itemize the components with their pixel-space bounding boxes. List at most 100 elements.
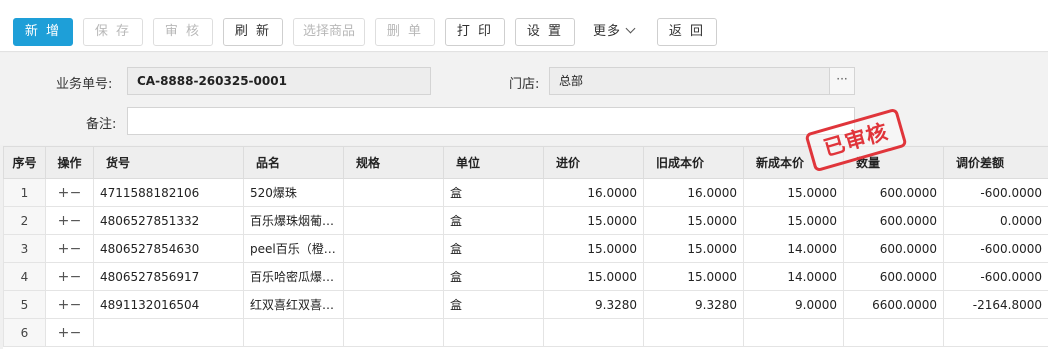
- cell-old-cost[interactable]: 15.0000: [643, 234, 744, 263]
- col-price[interactable]: 进价: [543, 146, 644, 179]
- col-unit[interactable]: 单位: [443, 146, 544, 179]
- cell-seq: 4: [3, 262, 46, 291]
- cell-price[interactable]: 15.0000: [543, 206, 644, 235]
- cell-old-cost[interactable]: [643, 318, 744, 347]
- refresh-button[interactable]: 刷 新: [223, 18, 283, 46]
- cell-price[interactable]: 16.0000: [543, 178, 644, 207]
- cell-spec[interactable]: [343, 234, 444, 263]
- cell-qty[interactable]: 600.0000: [843, 262, 944, 291]
- cell-code[interactable]: 4806527851332: [93, 206, 244, 235]
- add-row-button[interactable]: +: [58, 185, 70, 201]
- col-name[interactable]: 品名: [243, 146, 344, 179]
- cell-old-cost[interactable]: 9.3280: [643, 290, 744, 319]
- remark-field[interactable]: [127, 107, 855, 135]
- cell-ops: +−: [45, 262, 94, 291]
- cell-name[interactable]: 百乐哈密瓜爆…: [243, 262, 344, 291]
- add-row-button[interactable]: +: [58, 325, 70, 341]
- store-picker-button[interactable]: ···: [829, 68, 854, 94]
- cell-new-cost[interactable]: 14.0000: [743, 262, 844, 291]
- cell-new-cost[interactable]: 9.0000: [743, 290, 844, 319]
- add-row-button[interactable]: +: [58, 241, 70, 257]
- table-row[interactable]: 4 +− 4806527856917 百乐哈密瓜爆… 盒 15.0000 15.0000 14…: [3, 262, 1048, 291]
- cell-name[interactable]: 百乐爆珠烟葡…: [243, 206, 344, 235]
- cell-code[interactable]: 4806527856917: [93, 262, 244, 291]
- new-button[interactable]: 新 增: [13, 18, 73, 46]
- remark-label: 备注:: [86, 117, 117, 132]
- col-code[interactable]: 货号: [93, 146, 244, 179]
- table-row[interactable]: 5 +− 4891132016504 红双喜红双喜… 盒 9.3280 9.3280 9.00…: [3, 290, 1048, 319]
- cell-spec[interactable]: [343, 318, 444, 347]
- cell-diff[interactable]: -2164.8000: [943, 290, 1048, 319]
- cell-name[interactable]: 520爆珠: [243, 178, 344, 207]
- cell-name[interactable]: peel百乐（橙…: [243, 234, 344, 263]
- print-button[interactable]: 打 印: [445, 18, 505, 46]
- col-spec[interactable]: 规格: [343, 146, 444, 179]
- remove-row-button[interactable]: −: [70, 241, 82, 257]
- cell-spec[interactable]: [343, 178, 444, 207]
- cell-qty[interactable]: [843, 318, 944, 347]
- cell-price[interactable]: [543, 318, 644, 347]
- cell-spec[interactable]: [343, 262, 444, 291]
- table-row[interactable]: 1 +− 4711588182106 520爆珠盒 16.0000 16.0000 15.0…: [3, 178, 1048, 207]
- cell-qty[interactable]: 600.0000: [843, 206, 944, 235]
- cell-qty[interactable]: 6600.0000: [843, 290, 944, 319]
- col-op[interactable]: 操作: [45, 146, 94, 179]
- table-row[interactable]: 3 +− 4806527854630 peel百乐（橙… 盒 15.0000 15.0000…: [3, 234, 1048, 263]
- cell-unit[interactable]: 盒: [443, 262, 544, 291]
- remove-row-button[interactable]: −: [70, 325, 82, 341]
- save-button[interactable]: 保 存: [83, 18, 143, 46]
- remove-row-button[interactable]: −: [70, 269, 82, 285]
- add-row-button[interactable]: +: [58, 297, 70, 313]
- remove-row-button[interactable]: −: [70, 185, 82, 201]
- cell-new-cost[interactable]: [743, 318, 844, 347]
- table-row[interactable]: 6 +−: [3, 318, 1048, 347]
- cell-diff[interactable]: -600.0000: [943, 178, 1048, 207]
- select-goods-button[interactable]: 选择商品: [293, 18, 365, 46]
- add-row-button[interactable]: +: [58, 213, 70, 229]
- cell-qty[interactable]: 600.0000: [843, 234, 944, 263]
- cell-code[interactable]: 4806527854630: [93, 234, 244, 263]
- cell-price[interactable]: 9.3280: [543, 290, 644, 319]
- cell-diff[interactable]: [943, 318, 1048, 347]
- cell-name[interactable]: [243, 318, 344, 347]
- cell-code[interactable]: [93, 318, 244, 347]
- cell-diff[interactable]: 0.0000: [943, 206, 1048, 235]
- cell-unit[interactable]: [443, 318, 544, 347]
- store-field[interactable]: 总部 ···: [549, 67, 855, 95]
- more-dropdown[interactable]: 更多: [593, 18, 636, 46]
- cell-seq: 6: [3, 318, 46, 347]
- cell-unit[interactable]: 盒: [443, 290, 544, 319]
- cell-qty[interactable]: 600.0000: [843, 178, 944, 207]
- table-row[interactable]: 2 +− 4806527851332 百乐爆珠烟葡… 盒 15.0000 15.0000 15…: [3, 206, 1048, 235]
- col-old-cost[interactable]: 旧成本价: [643, 146, 744, 179]
- cell-new-cost[interactable]: 14.0000: [743, 234, 844, 263]
- remove-row-button[interactable]: −: [70, 213, 82, 229]
- cell-old-cost[interactable]: 15.0000: [643, 206, 744, 235]
- col-diff[interactable]: 调价差额: [943, 146, 1048, 179]
- cell-spec[interactable]: [343, 206, 444, 235]
- order-no-field[interactable]: CA-8888-260325-0001: [127, 67, 431, 95]
- cell-diff[interactable]: -600.0000: [943, 262, 1048, 291]
- delete-button[interactable]: 删 单: [375, 18, 435, 46]
- cell-new-cost[interactable]: 15.0000: [743, 178, 844, 207]
- cell-spec[interactable]: [343, 290, 444, 319]
- cell-old-cost[interactable]: 16.0000: [643, 178, 744, 207]
- cell-unit[interactable]: 盒: [443, 206, 544, 235]
- cell-unit[interactable]: 盒: [443, 234, 544, 263]
- cell-new-cost[interactable]: 15.0000: [743, 206, 844, 235]
- cell-price[interactable]: 15.0000: [543, 262, 644, 291]
- cell-code[interactable]: 4891132016504: [93, 290, 244, 319]
- add-row-button[interactable]: +: [58, 269, 70, 285]
- cell-name[interactable]: 红双喜红双喜…: [243, 290, 344, 319]
- cell-diff[interactable]: -600.0000: [943, 234, 1048, 263]
- settings-button[interactable]: 设 置: [515, 18, 575, 46]
- cell-ops: +−: [45, 234, 94, 263]
- cell-old-cost[interactable]: 15.0000: [643, 262, 744, 291]
- cell-code[interactable]: 4711588182106: [93, 178, 244, 207]
- audit-button[interactable]: 审 核: [153, 18, 213, 46]
- cell-unit[interactable]: 盒: [443, 178, 544, 207]
- cell-price[interactable]: 15.0000: [543, 234, 644, 263]
- col-seq[interactable]: 序号: [3, 146, 46, 179]
- back-button[interactable]: 返 回: [657, 18, 717, 46]
- remove-row-button[interactable]: −: [70, 297, 82, 313]
